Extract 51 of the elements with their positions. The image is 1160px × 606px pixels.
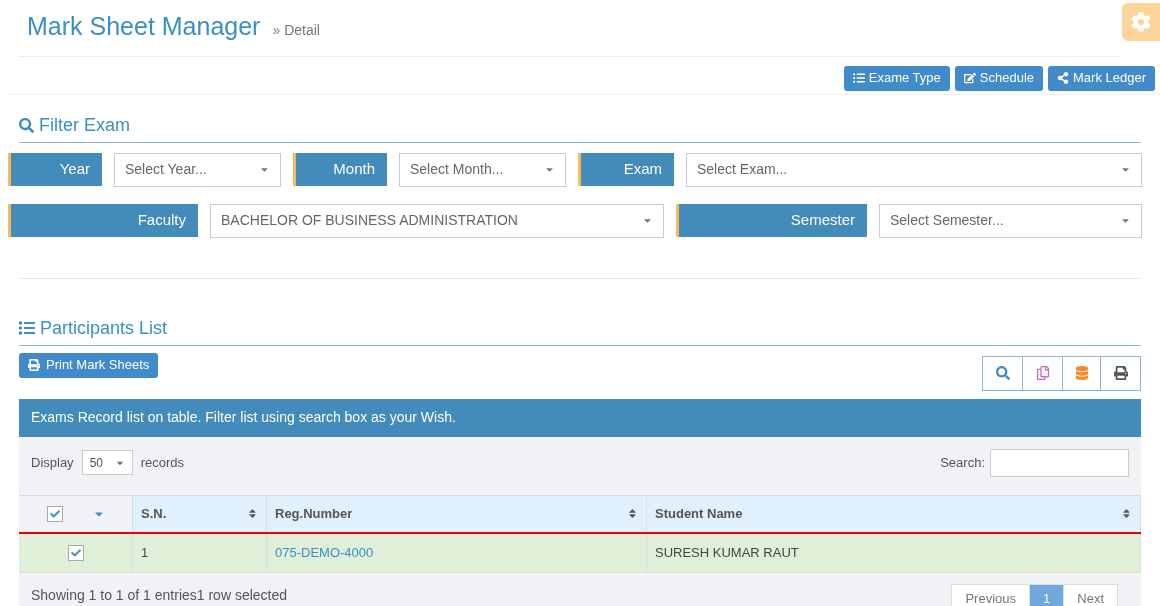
check-icon [70,547,81,558]
sort-icon [627,508,638,519]
field-label: Semester [676,203,867,237]
search-label: Search: [940,453,985,472]
search-icon [19,117,34,133]
list-icon [19,320,35,336]
toolbar-button[interactable]: Exame Type [843,65,950,91]
display-label: Display [31,453,74,472]
page-title: Mark Sheet Manager [27,11,261,42]
section-title: Participants List [40,316,168,340]
list-icon [852,72,865,84]
entries-summary: Showing 1 to 1 of 1 entries1 row selected [31,585,288,605]
select-field[interactable]: Select Year... [114,152,281,187]
database-icon [1074,366,1089,380]
search-field[interactable] [990,448,1129,477]
print-icon [28,359,40,371]
select-field[interactable]: Select Semester... [879,203,1142,238]
select-field[interactable]: BACHELOR OF BUSINESS ADMINISTRATION [210,203,664,238]
field-label: Faculty [8,203,198,237]
pagination-button[interactable]: Previous [952,584,1030,606]
print-icon [1113,366,1128,380]
check-icon [49,508,60,519]
field-label: Month [293,152,387,186]
pagination-button[interactable]: Next [1063,584,1117,606]
toolbar-button[interactable]: Schedule [954,65,1043,91]
column-header[interactable]: Reg.Number [267,495,647,532]
sort-icon [247,508,258,519]
table-row[interactable]: 1 075-DEMO-4000 SURESH KUMAR RAUT [19,533,1141,573]
toolbar-button[interactable]: Mark Ledger [1048,65,1155,91]
select-field[interactable]: Select Exam... [686,152,1142,187]
column-header[interactable]: Student Name [647,495,1141,532]
table-cell-text: 1 [141,543,149,562]
checkbox[interactable] [67,544,84,561]
info-bar: Exams Record list on table. Filter list using search box as your Wish. [19,398,1141,437]
section-title: Filter Exam [39,113,130,137]
column-header[interactable]: S.N. [133,495,267,532]
sort-icon [1121,508,1132,519]
field-label: Exam [578,152,674,186]
select-field[interactable]: Select Month... [399,152,566,187]
edit-icon [963,72,976,84]
settings-icon [1131,12,1151,32]
search-icon [995,366,1010,380]
page-size-select[interactable]: 50 [81,450,133,475]
records-label: records [140,453,184,472]
table-cell-text: SURESH KUMAR RAUT [655,543,799,562]
breadcrumb: » Detail [272,21,320,40]
field-label: Year [8,152,102,186]
share-icon [1057,72,1069,84]
checkbox[interactable] [46,505,63,522]
copy-icon [1035,366,1050,380]
print-button[interactable]: Print Mark Sheets [19,352,159,378]
